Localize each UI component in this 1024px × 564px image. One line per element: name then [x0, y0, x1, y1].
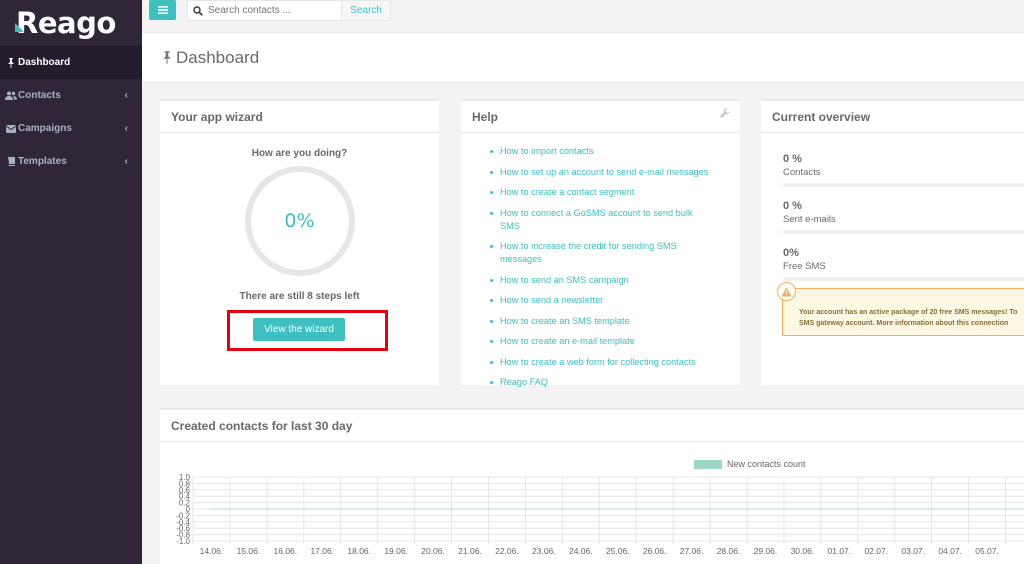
x-tick-label: 03.07.: [901, 546, 925, 556]
help-link[interactable]: How to create an e-mail template: [490, 335, 710, 348]
x-tick-label: 18.06.: [347, 546, 371, 556]
chevron-left-icon: ‹: [124, 156, 128, 167]
x-tick-label: 24.06.: [569, 546, 593, 556]
overview-emails: 0 % Sent e-mails: [783, 200, 1024, 234]
x-tick-label: 21.06.: [458, 546, 482, 556]
help-link[interactable]: How to increase the credit for sending S…: [490, 240, 710, 266]
logo-text: Reago: [16, 5, 116, 40]
sidebar-item-label: Templates: [18, 156, 67, 167]
sidebar-item-label: Dashboard: [18, 57, 71, 68]
x-tick-label: 28.06.: [717, 546, 741, 556]
x-tick-label: 22.06.: [495, 546, 519, 556]
alert-text-line: SMS gateway account. More information ab…: [799, 320, 1009, 327]
contacts-chart-panel: Created contacts for last 30 day New con…: [160, 408, 1024, 564]
overview-value: 0%: [783, 247, 799, 259]
logo-area: Reago: [0, 0, 142, 46]
x-tick-label: 17.06.: [310, 546, 334, 556]
overview-label: Free SMS: [783, 261, 826, 272]
x-tick-label: 14.06.: [200, 546, 224, 556]
logo-accent: [15, 22, 24, 32]
contacts-chart: 1.00.80.60.40.20-0.2-0.4-0.6-0.8-1.014.0…: [176, 473, 1024, 556]
x-tick-label: 29.06.: [754, 546, 778, 556]
help-link[interactable]: How to import contacts: [490, 145, 710, 158]
x-tick-label: 05.07.: [975, 546, 999, 556]
sidebar-item-label: Contacts: [18, 90, 61, 101]
envelope-icon: [4, 124, 18, 133]
help-link[interactable]: Reago FAQ: [490, 376, 710, 389]
overview-sms: 0% Free SMS: [783, 247, 1024, 281]
pin-icon: [4, 57, 18, 68]
wizard-panel: Your app wizard How are you doing? 0% Th…: [160, 99, 439, 385]
help-title: Help: [461, 101, 740, 133]
help-link[interactable]: How to create a contact segment: [490, 186, 710, 199]
overview-value: 0 %: [783, 153, 802, 165]
pin-icon: [163, 51, 171, 64]
search-input[interactable]: [208, 5, 333, 16]
x-tick-label: 23.06.: [532, 546, 556, 556]
help-link[interactable]: How to send a newsletter: [490, 294, 710, 307]
wizard-percent: 0%: [284, 210, 315, 232]
x-tick-label: 30.06.: [791, 546, 815, 556]
help-link[interactable]: How to send an SMS campaign: [490, 274, 710, 287]
x-tick-label: 02.07.: [864, 546, 888, 556]
progress-bar: [783, 277, 1024, 281]
sidebar-item-label: Campaigns: [18, 123, 72, 134]
x-tick-label: 01.07.: [828, 546, 852, 556]
warning-icon: [777, 282, 796, 301]
sidebar-item-contacts[interactable]: Contacts ‹: [0, 79, 142, 112]
help-panel: Help How to import contacts How to set u…: [461, 99, 740, 387]
x-tick-label: 19.06.: [384, 546, 408, 556]
help-link[interactable]: How to create a web form for collecting …: [490, 356, 710, 369]
overview-value: 0 %: [783, 200, 802, 212]
menu-toggle-button[interactable]: [149, 0, 176, 20]
x-tick-label: 26.06.: [643, 546, 667, 556]
help-link[interactable]: How to set up an account to send e-mail …: [490, 166, 710, 179]
chevron-left-icon: ‹: [124, 123, 128, 134]
sidebar-item-dashboard[interactable]: Dashboard: [0, 46, 142, 79]
overview-contacts: 0 % Contacts: [783, 153, 1024, 187]
page-title: Dashboard: [176, 47, 260, 67]
hamburger-icon: [157, 6, 168, 14]
x-tick-label: 20.06.: [421, 546, 445, 556]
sidebar-item-campaigns[interactable]: Campaigns ‹: [0, 112, 142, 145]
overview-title: Current overview: [761, 101, 1024, 133]
alert-text-line: Your account has an active package of 20…: [799, 309, 1018, 316]
wrench-icon[interactable]: [720, 108, 730, 121]
book-icon: [4, 157, 18, 166]
y-tick-label: -1.0: [176, 537, 190, 546]
view-wizard-button[interactable]: View the wizard: [253, 318, 345, 341]
x-tick-label: 04.07.: [938, 546, 962, 556]
wizard-steps-left: There are still 8 steps left: [239, 291, 360, 302]
users-icon: [4, 91, 18, 100]
wizard-progress-gauge: 0%: [244, 165, 356, 277]
overview-label: Sent e-mails: [783, 214, 836, 225]
search-button[interactable]: Search: [342, 0, 391, 21]
overview-label: Contacts: [783, 167, 821, 178]
sidebar-item-templates[interactable]: Templates ‹: [0, 145, 142, 178]
wizard-question: How are you doing?: [251, 148, 348, 159]
sms-package-alert: Your account has an active package of 20…: [782, 288, 1024, 336]
help-link[interactable]: How to connect a GoSMS account to send b…: [490, 207, 710, 233]
x-tick-label: 25.06.: [606, 546, 630, 556]
search-field: [187, 0, 342, 21]
x-tick-label: 27.06.: [680, 546, 704, 556]
chart-title: Created contacts for last 30 day: [160, 410, 1024, 442]
overview-panel: Current overview 0 % Contacts 0 % Sent e…: [761, 99, 1024, 385]
chevron-left-icon: ‹: [124, 90, 128, 101]
page-heading: Dashboard: [142, 33, 1024, 83]
x-tick-label: 15.06.: [237, 546, 261, 556]
wizard-title: Your app wizard: [160, 101, 439, 133]
progress-bar: [783, 183, 1024, 187]
progress-bar: [783, 230, 1024, 234]
help-links: How to import contacts How to set up an …: [461, 133, 740, 389]
sidebar: Reago Dashboard Contacts ‹ Campaigns ‹ T…: [0, 0, 142, 564]
help-link[interactable]: How to create an SMS template: [490, 315, 710, 328]
x-tick-label: 16.06.: [274, 546, 298, 556]
search-icon: [193, 5, 203, 16]
top-bar: Search: [142, 0, 1024, 33]
reago-logo[interactable]: Reago: [15, 5, 116, 40]
